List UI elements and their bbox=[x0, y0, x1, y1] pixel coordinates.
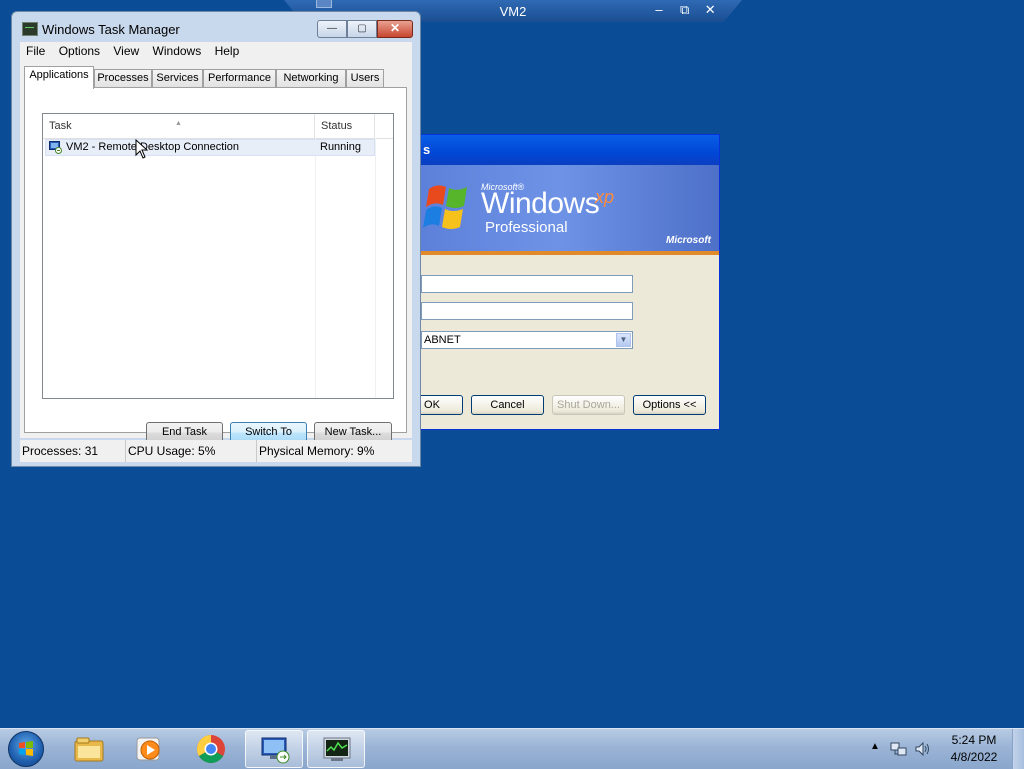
task-name: VM2 - Remote Desktop Connection bbox=[66, 141, 240, 153]
shutdown-button: Shut Down... bbox=[552, 395, 625, 415]
sort-arrow-icon: ▲ bbox=[175, 120, 182, 127]
taskbar-task-manager-button[interactable] bbox=[307, 730, 365, 768]
tab-performance[interactable]: Performance bbox=[203, 69, 276, 87]
menu-file[interactable]: File bbox=[22, 42, 49, 60]
close-button[interactable]: ✕ bbox=[377, 20, 413, 38]
menu-windows[interactable]: Windows bbox=[149, 42, 206, 60]
start-button[interactable] bbox=[8, 731, 44, 767]
rdp-close-button[interactable]: ✕ bbox=[699, 2, 721, 18]
taskbar: ▲ 5:24 PM 4/8/2022 bbox=[0, 728, 1024, 769]
task-row[interactable]: VM2 - Remote Desktop Connection Running bbox=[45, 139, 375, 156]
xp-dialog-title: s bbox=[401, 135, 719, 165]
window-client-area: File Options View Windows Help Applicati… bbox=[20, 42, 412, 443]
tab-processes[interactable]: Processes bbox=[94, 69, 152, 87]
username-field[interactable] bbox=[421, 275, 633, 293]
menu-help[interactable]: Help bbox=[211, 42, 244, 60]
domain-value: ABNET bbox=[424, 334, 461, 346]
column-divider bbox=[315, 138, 316, 398]
window-title: Windows Task Manager bbox=[42, 22, 180, 37]
applications-panel: Task ▲ Status VM2 - Remote Desktop Conne… bbox=[24, 87, 407, 443]
microsoft-logo: Microsoft bbox=[666, 235, 711, 246]
column-header-task[interactable]: Task ▲ bbox=[43, 114, 315, 138]
cancel-button[interactable]: Cancel bbox=[471, 395, 544, 415]
clock-time[interactable]: 5:24 PM bbox=[936, 733, 1012, 747]
mouse-cursor-icon bbox=[135, 139, 149, 159]
windows-flag-icon bbox=[423, 185, 467, 229]
domain-select[interactable]: ABNET ▼ bbox=[421, 331, 633, 349]
windows-wordmark: Windows bbox=[481, 187, 600, 220]
maximize-button[interactable]: ▢ bbox=[347, 20, 377, 38]
task-manager-window: Windows Task Manager — ▢ ✕ File Options … bbox=[11, 11, 421, 467]
tab-users[interactable]: Users bbox=[346, 69, 384, 87]
task-manager-icon bbox=[22, 22, 38, 36]
taskbar-media-button[interactable] bbox=[120, 730, 178, 768]
network-icon[interactable] bbox=[890, 740, 908, 758]
volume-icon[interactable] bbox=[914, 740, 932, 758]
rdp-minimize-button[interactable]: – bbox=[648, 2, 670, 17]
xp-logo-banner: Microsoft® Windows xp Professional Micro… bbox=[401, 165, 719, 255]
password-field[interactable] bbox=[421, 302, 633, 320]
menu-options[interactable]: Options bbox=[55, 42, 104, 60]
title-bar[interactable]: Windows Task Manager — ▢ ✕ bbox=[12, 12, 420, 42]
taskbar-explorer-button[interactable] bbox=[60, 730, 118, 768]
show-hidden-icons-arrow[interactable]: ▲ bbox=[870, 741, 880, 752]
tab-applications[interactable]: Applications bbox=[24, 66, 94, 89]
status-bar: Processes: 31 CPU Usage: 5% Physical Mem… bbox=[20, 440, 412, 462]
xp-logon-dialog: s Microsoft® Windows xp Professional Mic… bbox=[400, 134, 720, 430]
task-list[interactable]: Task ▲ Status VM2 - Remote Desktop Conne… bbox=[42, 113, 394, 399]
xp-wordmark: xp bbox=[595, 187, 615, 207]
tab-services[interactable]: Services bbox=[152, 69, 203, 87]
menu-view[interactable]: View bbox=[109, 42, 143, 60]
processes-count: Processes: 31 bbox=[20, 440, 126, 462]
media-player-icon bbox=[136, 737, 160, 761]
show-desktop-button[interactable] bbox=[1012, 729, 1024, 769]
list-header: Task ▲ Status bbox=[43, 114, 393, 139]
chrome-icon bbox=[197, 735, 225, 763]
file-explorer-icon bbox=[74, 737, 104, 762]
cpu-usage: CPU Usage: 5% bbox=[126, 440, 257, 462]
chevron-down-icon[interactable]: ▼ bbox=[616, 333, 631, 347]
column-header-status[interactable]: Status bbox=[315, 114, 375, 138]
task-manager-icon bbox=[323, 737, 351, 761]
edition-label: Professional bbox=[485, 219, 568, 236]
windows-logo-icon bbox=[19, 741, 33, 756]
physical-memory: Physical Memory: 9% bbox=[259, 444, 375, 458]
remote-desktop-icon bbox=[49, 141, 62, 154]
taskbar-rdp-button[interactable] bbox=[245, 730, 303, 768]
taskbar-chrome-button[interactable] bbox=[182, 730, 240, 768]
column-task-label: Task bbox=[49, 120, 72, 132]
task-status: Running bbox=[320, 141, 361, 153]
menu-bar: File Options View Windows Help bbox=[20, 42, 412, 61]
options-button[interactable]: Options << bbox=[633, 395, 706, 415]
clock-date[interactable]: 4/8/2022 bbox=[936, 750, 1012, 764]
rdp-restore-button[interactable]: ⧉ bbox=[674, 2, 696, 18]
column-divider bbox=[375, 138, 376, 398]
tab-networking[interactable]: Networking bbox=[276, 69, 346, 87]
remote-desktop-icon bbox=[261, 737, 290, 764]
minimize-button[interactable]: — bbox=[317, 20, 347, 38]
